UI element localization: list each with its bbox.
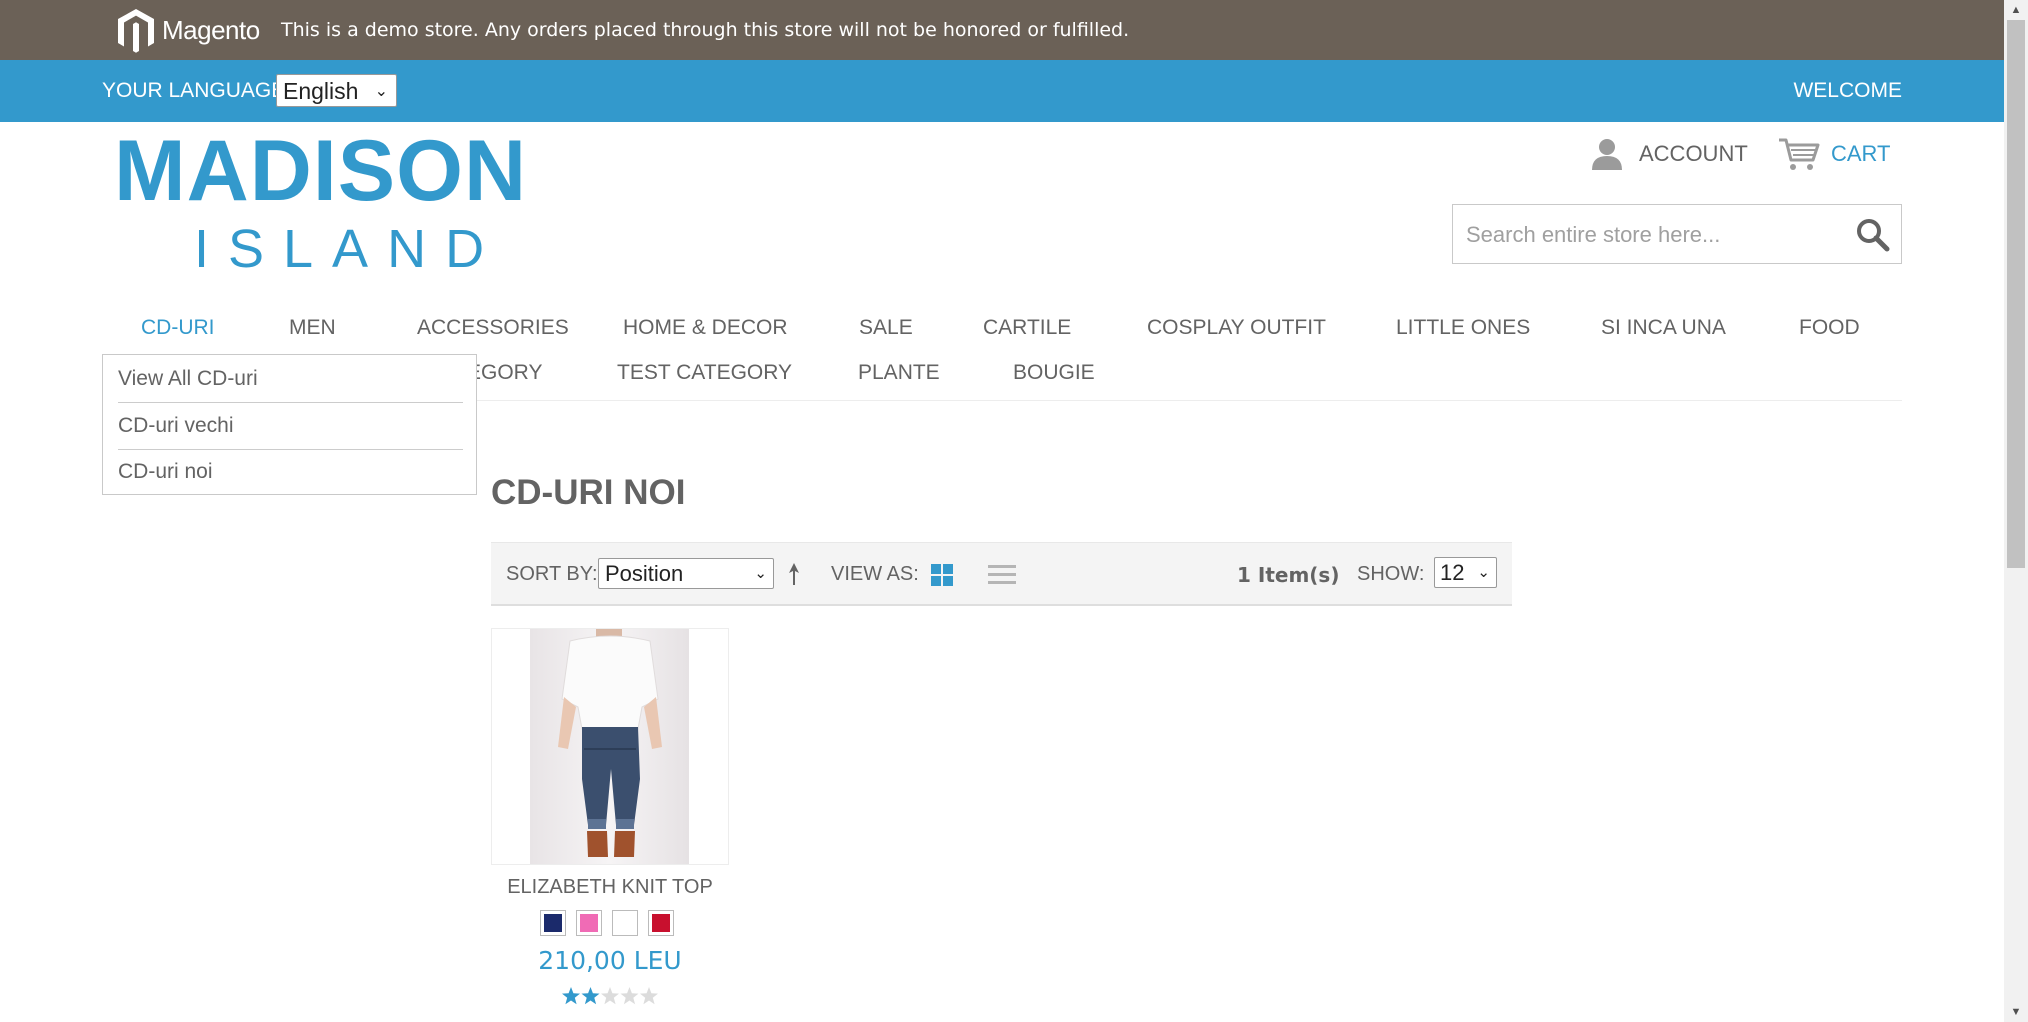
product-toolbar: SORT BY: Position ⌄ VIEW AS: 1 Item(s) S… <box>491 542 1512 606</box>
search-placeholder: Search entire store here... <box>1466 222 1721 247</box>
sort-by-value: Position <box>605 561 684 586</box>
grid-view-icon[interactable] <box>931 564 953 586</box>
cart-label: CART <box>1831 141 1891 166</box>
star-filled-icon <box>581 987 600 1005</box>
magento-logo-icon <box>118 9 154 53</box>
star-empty-icon <box>640 987 658 1005</box>
demo-notice-bar: Magento This is a demo store. Any orders… <box>0 0 2004 60</box>
dropdown-item-view-all[interactable]: View All CD-uri <box>118 367 258 391</box>
nav-item-test-category[interactable]: TEST CATEGORY <box>617 361 792 385</box>
cart-link[interactable]: CART <box>1777 136 1891 172</box>
color-swatch[interactable] <box>648 910 674 936</box>
product-photo-woman-in-white-top-and-jeans <box>530 629 689 864</box>
nav-item-cartile[interactable]: CARTILE <box>983 316 1071 340</box>
site-logo[interactable]: MADISON ISLAND <box>114 128 534 284</box>
scroll-up-arrow-icon[interactable]: ▲ <box>2010 4 2022 16</box>
cd-uri-dropdown-menu: View All CD-uri CD-uri vechi CD-uri noi <box>102 354 477 495</box>
star-filled-icon <box>562 987 580 1005</box>
search-icon[interactable] <box>1855 217 1891 253</box>
language-select-value: English <box>283 78 359 104</box>
color-swatch[interactable] <box>576 910 602 936</box>
nav-item-si-inca-una[interactable]: SI INCA UNA <box>1601 316 1726 340</box>
search-input[interactable]: Search entire store here... <box>1452 204 1902 264</box>
nav-item-cosplay-outfit[interactable]: COSPLAY OUTFIT <box>1147 316 1326 340</box>
account-link[interactable]: ACCOUNT <box>1589 136 1748 172</box>
account-label: ACCOUNT <box>1639 141 1748 166</box>
dropdown-divider <box>118 449 463 450</box>
sort-by-label: SORT BY: <box>506 563 598 585</box>
nav-item-little-ones[interactable]: LITTLE ONES <box>1396 316 1530 340</box>
nav-item-cd-uri[interactable]: CD-URI <box>141 316 215 340</box>
scrollbar-thumb[interactable] <box>2007 20 2025 568</box>
nav-item-home-decor[interactable]: HOME & DECOR <box>623 316 788 340</box>
chevron-down-icon: ⌄ <box>374 83 388 100</box>
rating-stars <box>562 987 658 1005</box>
language-label: YOUR LANGUAGE: <box>102 79 292 102</box>
show-per-page-select[interactable]: 12 ⌄ <box>1434 557 1497 588</box>
color-swatch[interactable] <box>612 910 638 936</box>
view-as-label: VIEW AS: <box>831 563 919 585</box>
nav-item-accessories[interactable]: ACCESSORIES <box>417 316 569 340</box>
nav-item-men[interactable]: MEN <box>289 316 336 340</box>
color-swatch[interactable] <box>540 910 566 936</box>
dropdown-divider <box>118 402 463 403</box>
magento-logo: Magento <box>114 6 260 54</box>
color-swatches <box>540 910 674 936</box>
dropdown-item-cd-uri-vechi[interactable]: CD-uri vechi <box>118 414 234 438</box>
language-select[interactable]: English ⌄ <box>276 74 397 107</box>
nav-item-bougie[interactable]: BOUGIE <box>1013 361 1095 385</box>
sort-direction-arrow-icon[interactable] <box>785 559 803 587</box>
page-title: CD-URI NOI <box>491 473 686 512</box>
show-per-page-value: 12 <box>1440 560 1465 585</box>
nav-item-plante[interactable]: PLANTE <box>858 361 940 385</box>
page-scrollbar[interactable]: ▲ ▼ <box>2004 0 2028 1022</box>
list-view-icon[interactable] <box>988 564 1016 586</box>
sort-by-select[interactable]: Position ⌄ <box>598 558 774 589</box>
product-image[interactable] <box>491 628 729 865</box>
star-empty-icon <box>620 987 639 1005</box>
item-count: 1 Item(s) <box>1237 563 1340 587</box>
scroll-down-arrow-icon[interactable]: ▼ <box>2010 1006 2022 1018</box>
welcome-message: WELCOME <box>1793 79 1902 102</box>
star-empty-icon <box>601 987 619 1005</box>
nav-item-food[interactable]: FOOD <box>1799 316 1860 340</box>
nav-item-sale[interactable]: SALE <box>859 316 913 340</box>
product-name-link[interactable]: ELIZABETH KNIT TOP <box>491 876 729 899</box>
chevron-down-icon: ⌄ <box>1477 564 1490 581</box>
language-bar: YOUR LANGUAGE: English ⌄ WELCOME <box>0 60 2004 122</box>
nav-item-egory[interactable]: EGORY <box>467 361 542 385</box>
chevron-down-icon: ⌄ <box>754 565 767 582</box>
logo-line-2: ISLAND <box>194 219 504 279</box>
cart-icon <box>1779 138 1820 170</box>
dropdown-item-cd-uri-noi[interactable]: CD-uri noi <box>118 460 213 484</box>
user-icon <box>1592 139 1622 170</box>
magento-brand-text: Magento <box>162 14 260 45</box>
logo-line-1: MADISON <box>114 123 528 219</box>
demo-notice-text: This is a demo store. Any orders placed … <box>281 19 1130 41</box>
show-label: SHOW: <box>1357 563 1425 585</box>
product-price: 210,00 LEU <box>538 946 682 975</box>
